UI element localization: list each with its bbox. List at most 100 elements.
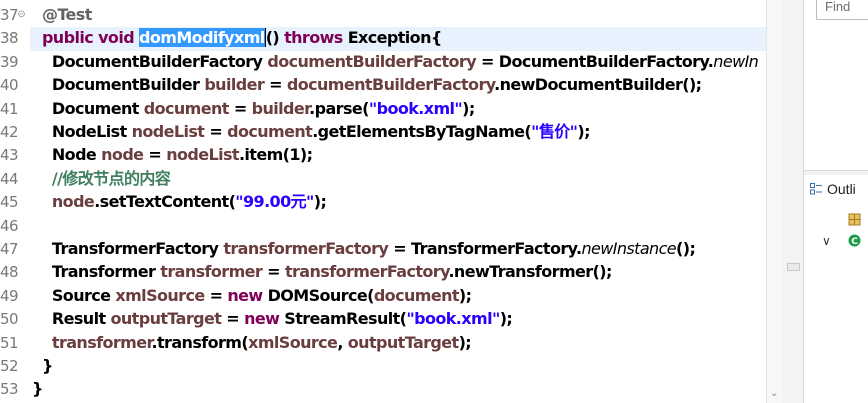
code-token: documentBuilderFactory [267, 51, 477, 71]
code-token: Exception{ [342, 28, 443, 48]
code-token: new [227, 285, 263, 305]
code-token: .getElementsByTagName( [312, 122, 532, 141]
outline-tab-label: Outli [827, 181, 856, 197]
code-token: outputTarget [110, 309, 222, 329]
line-number: 40 [0, 76, 19, 95]
code-token: = DocumentBuilderFactory. [476, 51, 714, 71]
class-icon: C [848, 234, 861, 251]
code-token: Source [32, 285, 116, 305]
code-token: //修改节点的内容 [51, 168, 171, 188]
code-line[interactable]: DocumentBuilder builder = documentBuilde… [32, 73, 702, 97]
code-token: (); [676, 239, 696, 258]
code-token: document [143, 98, 230, 118]
code-token: ); [577, 122, 590, 141]
code-line[interactable]: node.setTextContent("99.00元"); [32, 190, 327, 214]
code-line[interactable]: Document document = builder.parse("book.… [32, 97, 475, 121]
code-token: .transform( [151, 332, 249, 352]
code-token: = TransformerFactory. [388, 239, 582, 258]
line-number: 44 [0, 169, 19, 188]
code-token: transformer [160, 262, 263, 282]
line-number: 38 [0, 29, 19, 48]
chevron-down-icon[interactable]: ∨ [822, 234, 831, 248]
code-line[interactable]: transformer.transform(xmlSource, outputT… [32, 331, 472, 355]
panel-divider[interactable] [804, 170, 868, 175]
code-editor[interactable]: 37 38 39 40 41 42 43 44 45 46 47 48 49 50 51 52 53 ⊝ @Tes… [0, 0, 783, 403]
editor-panel-sash[interactable] [783, 0, 803, 403]
code-token: node [51, 192, 95, 212]
code-line[interactable]: Node node = nodeList.item(1); [32, 143, 313, 167]
code-token: transformerFactory [284, 262, 449, 282]
code-token: Result [32, 309, 111, 329]
code-token: = [143, 145, 167, 165]
code-token: newIn [713, 51, 759, 71]
code-line[interactable]: Transformer transformer = transformerFac… [32, 260, 613, 284]
code-token: ); [499, 309, 513, 329]
code-token: .setTextContent( [94, 192, 236, 212]
editor-vertical-scrollbar[interactable]: ⌄ [766, 0, 784, 403]
code-line[interactable]: } [32, 354, 53, 378]
code-token: xmlSource [248, 332, 338, 352]
code-token: .newDocumentBuilder(); [494, 75, 702, 95]
svg-text:C: C [851, 237, 858, 247]
line-number: 51 [0, 333, 19, 352]
code-token: outputTarget [347, 332, 459, 352]
line-number: 41 [0, 99, 19, 118]
fold-collapse-icon[interactable]: ⊝ [16, 9, 27, 20]
code-token: = [228, 98, 252, 118]
line-number: 37 [0, 6, 19, 24]
code-token: Node [32, 145, 102, 165]
code-token: "售价" [531, 122, 578, 141]
selected-method-name: domModifyxml [139, 28, 265, 48]
code-token: throws [284, 28, 343, 48]
code-token: ); [313, 192, 327, 212]
code-token: "book.xml" [406, 309, 500, 329]
code-token: .parse( [309, 98, 369, 118]
line-number: 52 [0, 357, 19, 375]
line-number: 39 [0, 52, 19, 71]
code-token: .item(1); [238, 145, 313, 165]
line-number: 50 [0, 310, 19, 329]
code-token: ); [462, 98, 475, 118]
code-line[interactable]: Source xmlSource = new DOMSource(documen… [32, 284, 472, 308]
code-token: Document [32, 98, 144, 118]
right-side-panel: Find Outli ∨ C [803, 0, 868, 403]
code-line[interactable]: Result outputTarget = new StreamResult("… [32, 307, 513, 331]
code-token: } [32, 356, 53, 375]
line-number: 53 [0, 380, 19, 399]
code-line[interactable]: @Test [32, 3, 92, 27]
code-token: document [373, 285, 460, 305]
code-line[interactable]: TransformerFactory transformerFactory = … [32, 237, 696, 261]
code-line[interactable]: //修改节点的内容 [32, 167, 171, 191]
code-line[interactable]: DocumentBuilderFactory documentBuilderFa… [32, 50, 759, 74]
code-token: xmlSource [115, 285, 205, 305]
code-token: builder [204, 75, 265, 95]
code-token: DOMSource( [262, 285, 375, 305]
code-token: = [204, 122, 228, 141]
find-input[interactable]: Find [816, 0, 868, 20]
line-number: 46 [0, 216, 19, 235]
code-token: "99.00元" [235, 192, 314, 212]
code-token: DocumentBuilder [32, 75, 205, 95]
code-token: public [41, 28, 94, 48]
code-token: newInstance [581, 239, 677, 258]
outline-view-tab[interactable]: Outli [810, 181, 856, 197]
code-token: ); [458, 285, 472, 305]
scroll-down-arrow-icon[interactable]: ⌄ [770, 388, 778, 399]
code-token: = [221, 309, 245, 329]
sash-grip[interactable] [787, 263, 800, 271]
code-token: , [337, 332, 348, 352]
code-token: new [244, 309, 280, 329]
code-token: DocumentBuilderFactory [32, 51, 268, 71]
code-token: transformerFactory [223, 239, 389, 258]
code-token: .newTransformer(); [448, 262, 612, 282]
code-line[interactable]: NodeList nodeList = document.getElements… [32, 120, 591, 144]
code-line[interactable]: public void domModifyxml() throws Except… [32, 26, 442, 50]
code-token: NodeList [32, 122, 132, 141]
code-token: node [101, 145, 144, 165]
code-line[interactable]: } [32, 377, 43, 401]
line-number: 42 [0, 123, 19, 141]
line-number: 49 [0, 286, 19, 305]
